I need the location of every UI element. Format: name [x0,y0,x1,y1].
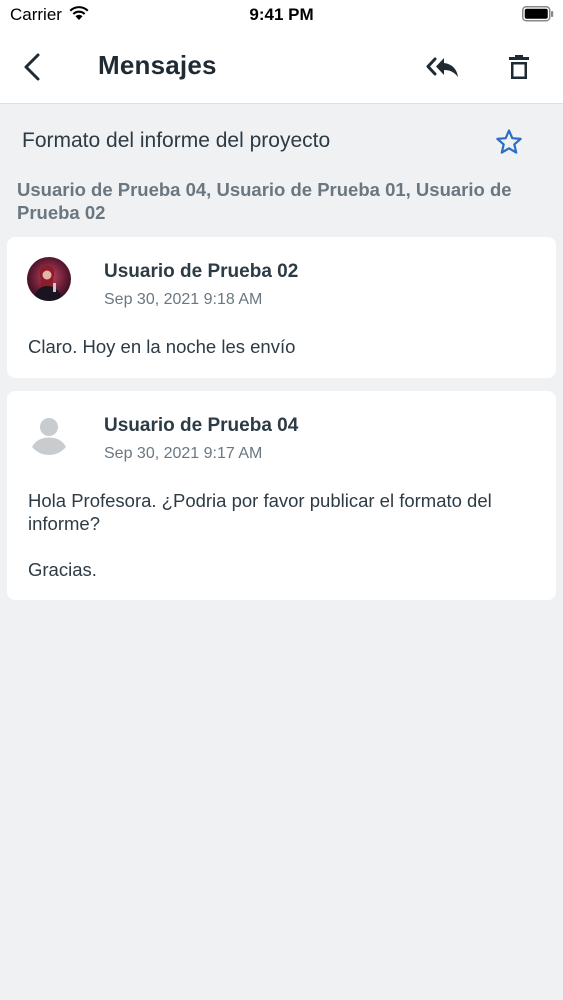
message-body: Claro. Hoy en la noche les envío [28,336,296,357]
profile-photo-icon [27,257,71,301]
conversation-subject: Formato del informe del proyecto [22,129,331,152]
avatar[interactable] [27,411,71,455]
clock: 9:41 PM [249,5,314,24]
avatar[interactable] [27,257,71,301]
star-button[interactable] [493,126,525,158]
page-title: Mensajes [98,50,217,80]
participants-list: Usuario de Prueba 04, Usuario de Prueba … [17,179,512,223]
message-card[interactable]: Usuario de Prueba 02 Sep 30, 2021 9:18 A… [7,237,556,378]
trash-icon [509,55,529,79]
back-button[interactable] [18,50,46,84]
message-date: Sep 30, 2021 9:18 AM [104,291,263,308]
battery-icon [522,6,554,27]
chevron-left-icon [24,53,40,81]
message-author: Usuario de Prueba 02 [104,261,299,282]
person-silhouette-icon [30,418,68,455]
reply-all-button[interactable] [424,51,462,83]
star-outline-icon [496,129,522,154]
navigation-bar: Mensajes [0,34,563,104]
message-card[interactable]: Usuario de Prueba 04 Sep 30, 2021 9:17 A… [7,391,556,600]
status-bar: Carrier 9:41 PM [0,0,563,34]
delete-button[interactable] [504,49,534,85]
reply-all-icon [426,57,458,77]
message-author: Usuario de Prueba 04 [104,415,299,436]
message-date: Sep 30, 2021 9:17 AM [104,445,263,462]
message-body: Hola Profesora. ¿Podria por favor public… [28,490,492,580]
